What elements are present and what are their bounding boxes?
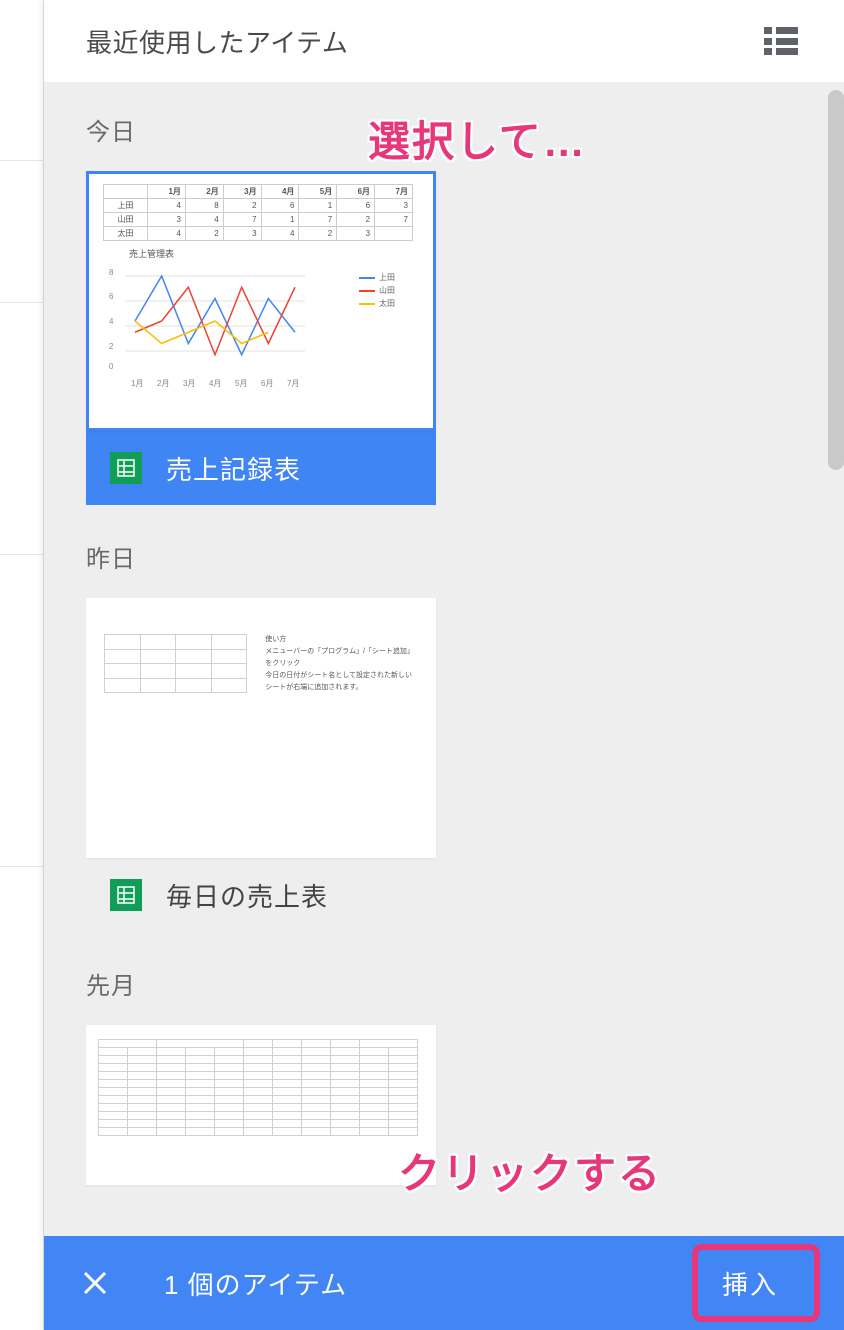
panel-title: 最近使用したアイテム bbox=[86, 23, 348, 60]
section-last-month: 先月 bbox=[86, 966, 802, 1185]
file-title: 毎日の売上表 bbox=[166, 877, 328, 914]
thumbnail-table bbox=[104, 634, 247, 693]
list-view-icon[interactable] bbox=[764, 27, 798, 55]
selection-count: 1 個のアイテム bbox=[164, 1265, 347, 1302]
file-picker-panel: 最近使用したアイテム 今日 1月 2月 bbox=[44, 0, 844, 1330]
background-document-sliver bbox=[0, 0, 44, 1330]
file-thumbnail: 1月 2月 3月 4月 5月 6月 7月 上田4826163 bbox=[86, 171, 436, 431]
file-title: 売上記録表 bbox=[166, 450, 301, 487]
chart-legend: 上田 山田 太田 bbox=[359, 272, 395, 311]
section-label-last-month: 先月 bbox=[86, 966, 802, 1001]
file-caption: 毎日の売上表 bbox=[86, 858, 436, 932]
file-card-partial[interactable] bbox=[86, 1025, 436, 1185]
thumbnail-chart: 8 6 4 2 0 1月 2月 3月 4月 5月 6月 7月 bbox=[103, 262, 423, 422]
scrollbar-thumb[interactable] bbox=[828, 90, 844, 470]
file-caption: 売上記録表 bbox=[86, 431, 436, 505]
thumbnail-chart-title: 売上管理表 bbox=[129, 247, 419, 260]
section-label-today: 今日 bbox=[86, 112, 802, 147]
file-card[interactable]: 使い方 メニューバーの「プログラム」/「シート追加」をクリック 今日の日付がシー… bbox=[86, 598, 436, 932]
file-thumbnail: 使い方 メニューバーの「プログラム」/「シート追加」をクリック 今日の日付がシー… bbox=[86, 598, 436, 858]
panel-header: 最近使用したアイテム bbox=[44, 0, 844, 82]
file-thumbnail bbox=[86, 1025, 436, 1185]
section-yesterday: 昨日 使い方 メニューバーの「プログラム」/「シート追加」をクリック bbox=[86, 539, 802, 932]
sheets-icon bbox=[110, 452, 142, 484]
section-label-yesterday: 昨日 bbox=[86, 539, 802, 574]
sheets-icon bbox=[110, 879, 142, 911]
section-today: 今日 1月 2月 3月 4月 5月 6月 bbox=[86, 112, 802, 505]
panel-content: 今日 1月 2月 3月 4月 5月 6月 bbox=[44, 82, 844, 1236]
close-icon[interactable] bbox=[80, 1268, 110, 1298]
file-card-selected[interactable]: 1月 2月 3月 4月 5月 6月 7月 上田4826163 bbox=[86, 171, 436, 505]
thumbnail-table bbox=[98, 1039, 418, 1136]
insert-button[interactable]: 挿入 bbox=[692, 1245, 808, 1322]
thumbnail-table: 1月 2月 3月 4月 5月 6月 7月 上田4826163 bbox=[103, 184, 413, 241]
thumbnail-text-block: 使い方 メニューバーの「プログラム」/「シート追加」をクリック 今日の日付がシー… bbox=[265, 634, 418, 693]
footer-bar: 1 個のアイテム 挿入 bbox=[44, 1236, 844, 1330]
